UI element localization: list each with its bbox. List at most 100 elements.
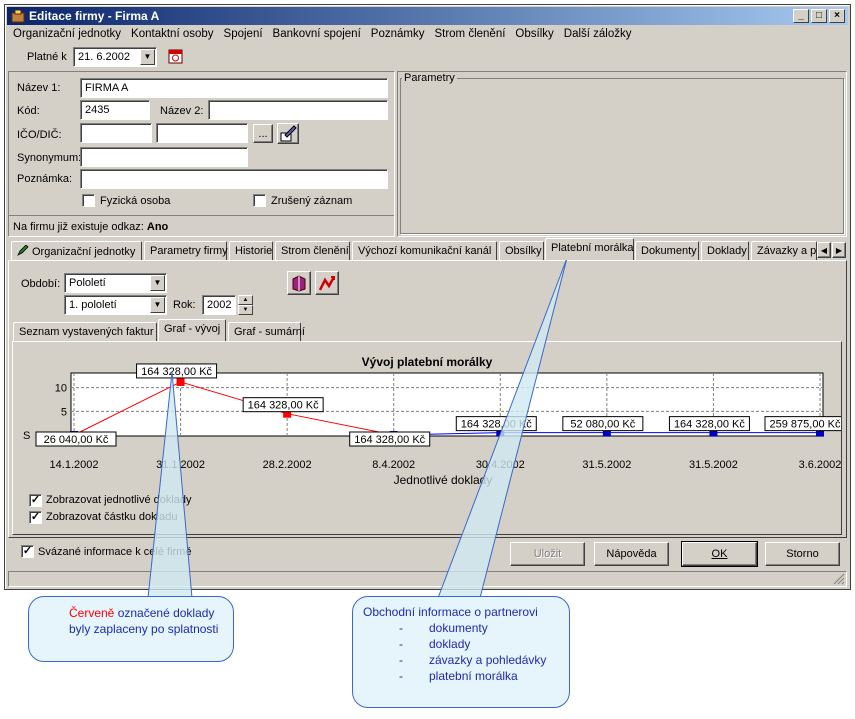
arrow-left-icon: ◀ <box>820 245 828 255</box>
print-book-button[interactable] <box>287 271 311 295</box>
tab-tree[interactable]: Strom členění <box>275 241 350 261</box>
tab-org-units-label: Organizační jednotky <box>32 246 136 258</box>
x-tick-label: 14.1.2002 <box>50 459 99 471</box>
divider <box>9 215 394 216</box>
synonymum-input[interactable] <box>80 147 248 167</box>
data-label: 164 328,00 Kč <box>461 419 532 431</box>
menu-contacts[interactable]: Kontaktní osoby <box>131 28 213 40</box>
tab-scroll-left-button[interactable]: ◀ <box>817 242 831 258</box>
chevron-down-icon[interactable]: ▼ <box>150 297 165 313</box>
resize-grip-icon[interactable] <box>833 573 845 585</box>
help-button[interactable]: Nápověda <box>594 542 669 566</box>
close-button[interactable]: × <box>829 9 845 23</box>
poznamka-label: Poznámka: <box>17 173 73 185</box>
chevron-down-icon[interactable]: ▼ <box>140 49 155 65</box>
ico-input[interactable] <box>80 123 152 143</box>
calendar-icon[interactable] <box>167 47 185 65</box>
info-item: - platební morálka <box>399 669 518 683</box>
obdobi-select[interactable]: Pololetí ▼ <box>64 273 167 293</box>
x-axis-labels: 14.1.2002 31.1.2002 28.2.2002 8.4.2002 30.4.… <box>50 459 841 471</box>
parametry-title: Parametry <box>402 72 457 84</box>
fyzicka-osoba-checkbox[interactable] <box>82 194 95 207</box>
cancel-button[interactable]: Storno <box>765 542 840 566</box>
menu-tree[interactable]: Strom členění <box>434 28 505 40</box>
parametry-groupbox <box>400 78 844 234</box>
spin-down-icon[interactable]: ▼ <box>238 305 253 315</box>
nazev1-input[interactable]: FIRMA A <box>80 78 388 98</box>
x-tick-label: 3.6.2002 <box>799 459 841 471</box>
tab-vouchers[interactable]: Doklady <box>701 241 749 261</box>
tab-mailings[interactable]: Obsílky <box>499 241 544 261</box>
info-item: - dokumenty <box>399 621 488 635</box>
window-title: Editace firmy - Firma A <box>29 9 160 23</box>
lookup-button[interactable] <box>277 123 299 144</box>
tab-org-units[interactable]: Organizační jednotky <box>11 241 142 261</box>
chart-title: Vývoj platební morálky <box>362 355 493 369</box>
minimize-button[interactable]: _ <box>793 9 809 23</box>
show-amount-checkbox[interactable]: ✓ <box>29 511 42 524</box>
info-item-text: platební morálka <box>429 669 518 683</box>
tab-scroll-right-button[interactable]: ▶ <box>832 242 846 258</box>
poznamka-input[interactable] <box>80 169 388 189</box>
spin-up-icon[interactable]: ▲ <box>238 295 253 305</box>
x-tick-label: 28.2.2002 <box>263 459 312 471</box>
info-callout-list: - dokumenty - doklady - závazky a pohledávk… <box>363 620 559 684</box>
nazev2-input[interactable] <box>208 100 388 120</box>
pololeti-value: 1. pololetí <box>69 299 117 311</box>
valid-from-value: 21. 6.2002 <box>78 51 130 63</box>
menu-connections[interactable]: Spojení <box>224 28 263 40</box>
refresh-chart-button[interactable] <box>315 271 339 295</box>
info-item: - doklady <box>399 637 471 651</box>
subtab-invoice-list[interactable]: Seznam vystavených faktur <box>13 322 157 342</box>
linked-info-label: Svázané informace k celé firmě <box>38 546 192 558</box>
menu-more-tabs[interactable]: Další záložky <box>564 28 632 40</box>
menu-notes[interactable]: Poznámky <box>371 28 425 40</box>
menu-mailings[interactable]: Obsílky <box>515 28 553 40</box>
kod-input[interactable]: 2435 <box>80 100 150 120</box>
subtab-chart-summary[interactable]: Graf - sumární <box>228 322 305 342</box>
chart-refresh-icon <box>318 276 336 291</box>
info-callout-title: Obchodní informace o partnerovi <box>363 605 538 619</box>
tab-comm-channel[interactable]: Výchozí komunikační kanál <box>352 241 497 261</box>
menu-bank[interactable]: Bankovní spojení <box>273 28 361 40</box>
ico-dic-label: IČO/DIČ: <box>17 129 62 141</box>
show-documents-checkbox[interactable]: ✓ <box>29 494 42 507</box>
rok-input[interactable]: 2002 <box>202 295 236 315</box>
tab-payment-morale[interactable]: Platební morálka <box>545 238 634 260</box>
pencil-icon <box>17 244 29 256</box>
obdobi-label: Období: <box>21 278 61 290</box>
linked-info-checkbox[interactable]: ✓ <box>21 545 34 558</box>
x-tick-label: 8.4.2002 <box>372 459 415 471</box>
synonymum-label: Synonymum: <box>17 152 82 164</box>
info-item-text: doklady <box>429 637 471 651</box>
red-highlight: Červeně <box>69 606 115 620</box>
zruseny-zaznam-checkbox[interactable] <box>253 194 266 207</box>
maximize-button[interactable]: □ <box>811 9 827 23</box>
y-tick-label: 10 <box>55 383 67 395</box>
ok-button[interactable]: OK <box>681 541 758 567</box>
data-label: 164 328,00 Kč <box>248 400 319 412</box>
tab-liabilities[interactable]: Závazky a p <box>751 241 817 261</box>
tab-company-params[interactable]: Parametry firmy <box>144 241 228 261</box>
ellipsis-button[interactable]: ... <box>253 124 273 143</box>
tab-documents[interactable]: Dokumenty <box>635 241 699 261</box>
pololeti-select[interactable]: 1. pololetí ▼ <box>64 295 167 315</box>
save-button[interactable]: Uložit <box>510 542 585 566</box>
rok-spinner[interactable]: ▲ ▼ <box>238 295 253 315</box>
menu-org-units[interactable]: Organizační jednotky <box>13 28 121 40</box>
obdobi-value: Pololetí <box>69 277 106 289</box>
x-tick-label: 30.4.2002 <box>476 459 525 471</box>
show-documents-label: Zobrazovat jednotlivé doklady <box>46 494 192 506</box>
existuje-odkaz-label: Na firmu již existuje odkaz: Ano <box>13 221 168 233</box>
partner-info-callout: Obchodní informace o partnerovi - dokumen… <box>352 596 570 708</box>
x-tick-label: 31.1.2002 <box>156 459 205 471</box>
data-label: 259 875,00 Kč <box>770 419 841 431</box>
chevron-down-icon[interactable]: ▼ <box>150 275 165 291</box>
fyzicka-osoba-label: Fyzická osoba <box>100 195 171 207</box>
valid-from-date[interactable]: 21. 6.2002 ▼ <box>73 47 157 67</box>
subtab-chart-trend[interactable]: Graf - vývoj <box>158 319 226 341</box>
main-window: Editace firmy - Firma A _ □ × Organizačn… <box>4 4 851 590</box>
tab-history[interactable]: Historie <box>229 241 273 261</box>
dic-input[interactable] <box>156 123 248 143</box>
data-point-marker <box>176 377 185 386</box>
